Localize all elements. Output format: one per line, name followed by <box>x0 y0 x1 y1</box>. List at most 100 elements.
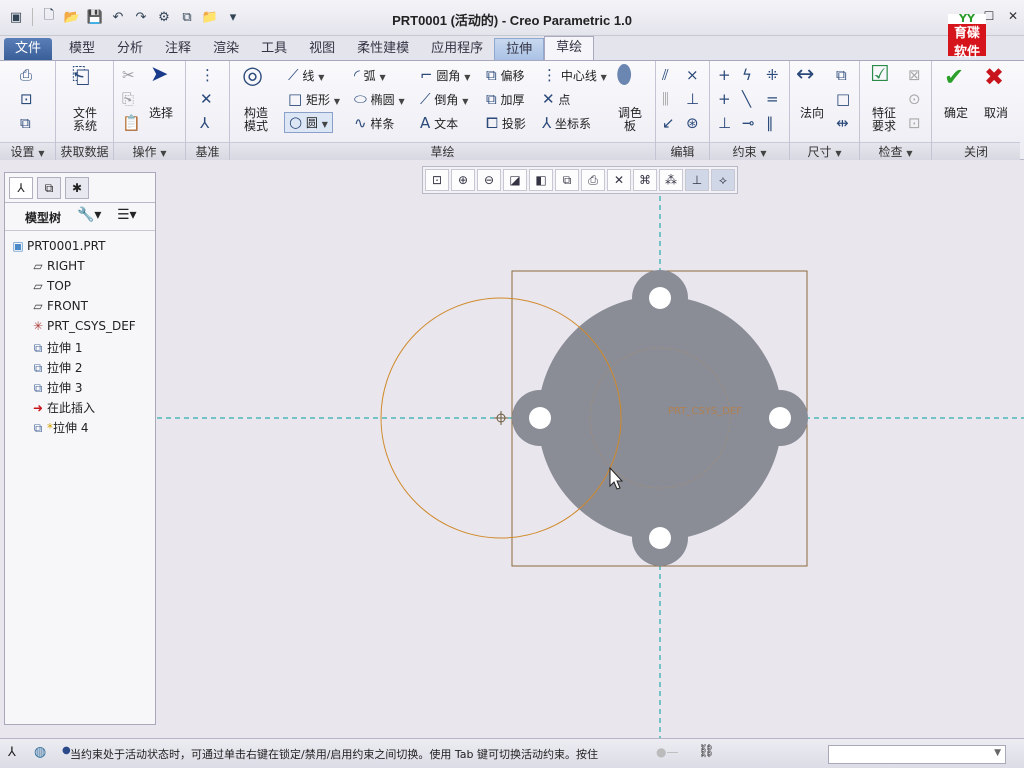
ok-button[interactable]: 确定 <box>936 107 976 120</box>
palette-button[interactable]: 调色 板 <box>610 107 650 133</box>
group-label-constrain[interactable]: 约束 ▼ <box>710 142 789 160</box>
zoom-in-icon[interactable]: ⊕ <box>451 169 475 191</box>
datum-point-icon[interactable]: ✕ <box>200 91 213 107</box>
sketch-view-icon[interactable]: ⧉ <box>20 115 31 131</box>
normal-dimension-icon[interactable]: ↔ <box>796 64 814 86</box>
cut-icon[interactable]: ✂ <box>122 67 135 83</box>
select-button[interactable]: 选择 <box>144 107 178 120</box>
feature-requirements-button[interactable]: 特征 要求 <box>864 107 904 133</box>
tree-node[interactable]: ▱ FRONT <box>29 299 88 319</box>
tab-applications[interactable]: 应用程序 <box>420 38 494 60</box>
tab-file[interactable]: 文件 <box>4 38 53 60</box>
datum-centerline-icon[interactable]: ⋮ <box>200 67 215 83</box>
paste-icon[interactable]: 📋 <box>122 115 141 131</box>
reference-dimension-icon[interactable]: □ <box>836 91 850 107</box>
tab-analysis[interactable]: 分析 <box>106 38 154 60</box>
favorites-tab-icon[interactable]: ✱ <box>65 177 89 199</box>
display-style-icon[interactable]: ◧ <box>529 169 553 191</box>
tree-node[interactable]: ⧉ 拉伸 3 <box>29 379 83 399</box>
symmetric-constraint-icon[interactable]: ⁜ <box>766 67 779 83</box>
browser-toggle-icon[interactable]: ◍ <box>34 744 46 760</box>
fillet-tool[interactable]: ⌐ 圆角 ▼ <box>420 67 470 84</box>
zoom-out-icon[interactable]: ⊖ <box>477 169 501 191</box>
arc-tool[interactable]: ◜ 弧 ▼ <box>354 67 386 84</box>
repaint-icon[interactable]: ◪ <box>503 169 527 191</box>
text-tool[interactable]: A 文本 <box>420 115 458 132</box>
coincident-constraint-icon[interactable]: ⊸ <box>742 115 755 131</box>
select-arrow-icon[interactable]: ➤ <box>150 64 168 86</box>
delete-segment-icon[interactable]: ⨯ <box>686 67 699 83</box>
tree-filter-icon[interactable]: ☰▾ <box>117 207 137 223</box>
overlap-icon[interactable]: ⊠ <box>908 67 921 83</box>
horizontal-constraint-icon[interactable]: + <box>718 91 731 107</box>
palette-icon[interactable]: ⬮ <box>616 62 632 88</box>
perimeter-icon[interactable]: ⧉ <box>836 67 847 83</box>
midpoint-constraint-icon[interactable]: ╲ <box>742 91 751 107</box>
feature-requirements-icon[interactable]: ☑ <box>870 64 890 86</box>
vertical-constraint-icon[interactable]: + <box>718 67 731 83</box>
ok-check-icon[interactable]: ✔ <box>944 65 964 89</box>
reference-icon[interactable]: ⊡ <box>20 91 33 107</box>
offset-tool[interactable]: ⧉ 偏移 <box>486 67 525 84</box>
tree-node[interactable]: ⧉ 拉伸 2 <box>29 359 83 379</box>
spline-tool[interactable]: ∿ 样条 <box>354 115 394 132</box>
mirror-icon[interactable]: ⫼ <box>662 91 669 107</box>
rectangle-tool[interactable]: □ 矩形 ▼ <box>288 91 340 108</box>
tangent-constraint-icon[interactable]: ϟ <box>742 67 752 83</box>
group-label-inspect[interactable]: 检查 ▼ <box>860 142 931 160</box>
selection-filter[interactable]: ▼ <box>828 745 1006 764</box>
parallel-constraint-icon[interactable]: ∥ <box>766 115 774 131</box>
sketch-display-icon[interactable]: ⌘ <box>633 169 657 191</box>
circle-tool[interactable]: ○ 圆 ▼ <box>284 112 333 133</box>
vertex-display-icon[interactable]: ⟡ <box>711 169 735 191</box>
tree-node[interactable]: ▱ RIGHT <box>29 259 84 279</box>
folder-browser-tab-icon[interactable]: ⧉ <box>37 177 61 199</box>
equal-constraint-icon[interactable]: = <box>766 91 779 107</box>
tree-node[interactable]: ✳ PRT_CSYS_DEF <box>29 319 136 339</box>
shade-closed-loops-icon[interactable]: ⊡ <box>908 115 921 131</box>
tree-settings-icon[interactable]: 🔧▾ <box>77 207 101 223</box>
file-system-icon[interactable]: ⎗ <box>72 66 90 88</box>
view-manager-icon[interactable]: ⎙ <box>581 169 605 191</box>
model-tree-tab-icon[interactable]: ⅄ <box>9 177 33 199</box>
cancel-x-icon[interactable]: ✖ <box>984 65 1004 89</box>
construction-mode-icon[interactable]: ◎ <box>242 63 263 87</box>
datum-display-icon[interactable]: ✕ <box>607 169 631 191</box>
copy-icon[interactable]: ⎘ <box>122 91 134 107</box>
perpendicular-constraint-icon[interactable]: ⊥ <box>718 115 731 131</box>
cancel-button[interactable]: 取消 <box>976 107 1016 120</box>
tree-node[interactable]: ⧉ 拉伸 1 <box>29 339 83 359</box>
highlight-open-ends-icon[interactable]: ⊙ <box>908 91 921 107</box>
group-label-dimension[interactable]: 尺寸 ▼ <box>790 142 859 160</box>
tab-extrude[interactable]: 拉伸 <box>494 38 545 60</box>
tab-sketch[interactable]: 草绘 <box>544 36 595 60</box>
datum-csys-icon[interactable]: ⅄ <box>200 115 209 131</box>
constraint-display-icon[interactable]: ⊥ <box>685 169 709 191</box>
coordsys-tool[interactable]: ⅄ 坐标系 <box>542 115 591 132</box>
tree-node[interactable]: ➜ 在此插入 <box>29 399 95 419</box>
corner-icon[interactable]: ↙ <box>662 115 675 131</box>
tab-annotate[interactable]: 注释 <box>154 38 202 60</box>
tab-flexible-modeling[interactable]: 柔性建模 <box>346 38 420 60</box>
tab-model[interactable]: 模型 <box>58 38 106 60</box>
group-label-setup[interactable]: 设置 ▼ <box>0 142 55 160</box>
graphics-canvas[interactable]: PRT_CSYS_DEF <box>157 160 1024 738</box>
close-icon[interactable]: ✕ <box>1004 8 1022 24</box>
file-system-button[interactable]: 文件 系统 <box>62 107 108 133</box>
chamfer-tool[interactable]: ⟋ 倒角 ▼ <box>420 91 468 108</box>
modify-icon[interactable]: ⫽ <box>662 67 669 83</box>
divide-icon[interactable]: ⊥ <box>686 91 699 107</box>
tree-node[interactable]: ▣ PRT0001.PRT <box>9 239 105 259</box>
navigator-toggle-icon[interactable]: ⅄ <box>8 745 16 760</box>
project-tool[interactable]: ⧠ 投影 <box>486 115 526 132</box>
point-tool[interactable]: ✕ 点 <box>542 91 570 108</box>
ellipse-tool[interactable]: ⬭ 椭圆 ▼ <box>354 91 405 108</box>
tree-node[interactable]: ⧉ *拉伸 4 <box>29 419 89 439</box>
refit-icon[interactable]: ⊡ <box>425 169 449 191</box>
dimension-display-icon[interactable]: ⁂ <box>659 169 683 191</box>
sketch-setup-icon[interactable]: ⎙ <box>20 67 32 83</box>
tab-view[interactable]: 视图 <box>298 38 346 60</box>
centerline-tool[interactable]: ⋮ 中心线 ▼ <box>542 67 607 84</box>
group-label-operations[interactable]: 操作 ▼ <box>114 142 185 160</box>
tab-render[interactable]: 渲染 <box>202 38 250 60</box>
